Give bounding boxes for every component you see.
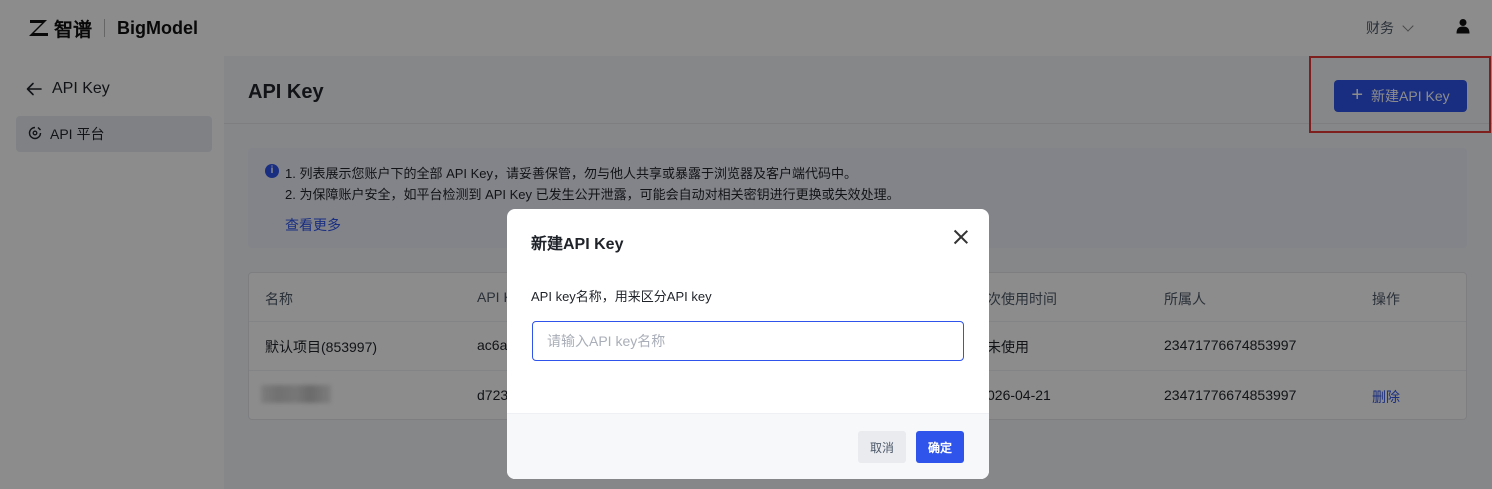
cancel-button[interactable]: 取消 [858, 431, 906, 463]
close-icon[interactable] [953, 229, 969, 245]
confirm-button[interactable]: 确定 [916, 431, 964, 463]
api-key-name-input[interactable] [532, 321, 964, 361]
dialog-title: 新建API Key [531, 236, 624, 253]
dialog-footer: 取消 确定 [507, 413, 989, 479]
api-key-name-label: API key名称，用来区分API key [531, 289, 712, 304]
new-api-key-dialog: 新建API Key API key名称，用来区分API key 取消 确定 [507, 209, 989, 479]
